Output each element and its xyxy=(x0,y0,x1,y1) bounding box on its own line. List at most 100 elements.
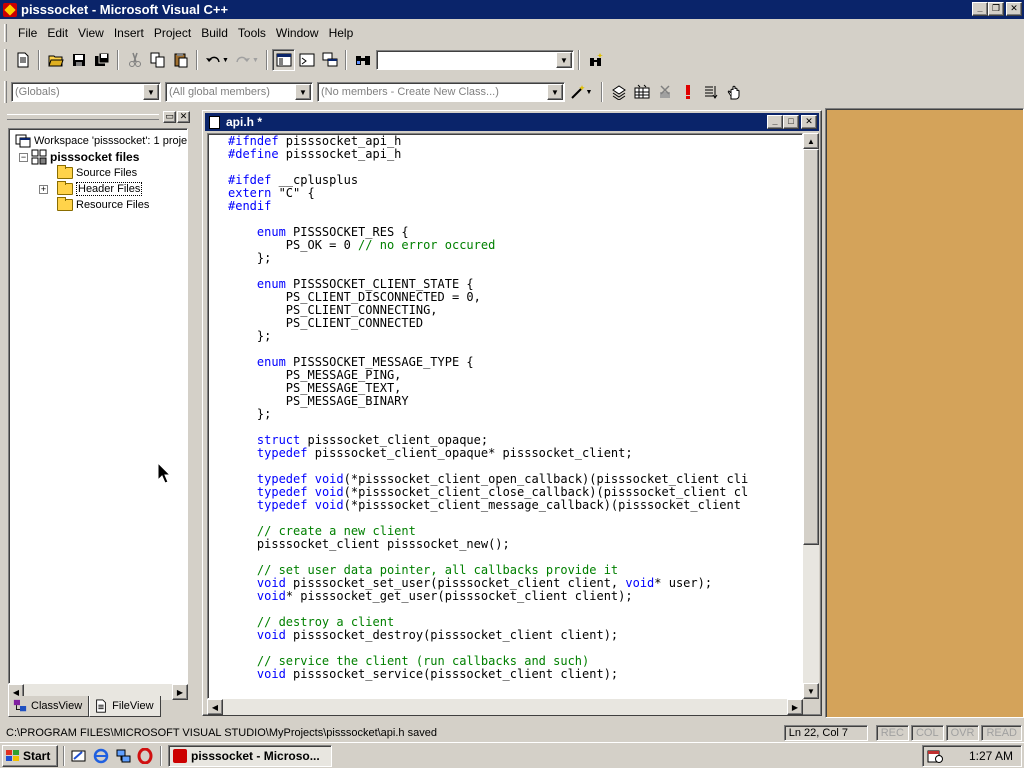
code-line[interactable]: #endif xyxy=(228,200,748,213)
quicklaunch-show-desktop[interactable] xyxy=(68,745,90,767)
menu-insert[interactable]: Insert xyxy=(109,26,149,40)
menu-bar-grip[interactable] xyxy=(4,24,7,42)
workspace-maximize-button[interactable]: ▭ xyxy=(163,111,176,123)
menu-help[interactable]: Help xyxy=(324,26,359,40)
find-combo[interactable]: ▼ xyxy=(376,50,574,70)
scroll-right-icon[interactable]: ▶ xyxy=(172,684,188,700)
chevron-down-icon[interactable]: ▼ xyxy=(252,57,259,64)
toolbar-grip[interactable] xyxy=(4,49,7,71)
editor-close-button[interactable]: ✕ xyxy=(801,115,817,129)
insert-breakpoint-button[interactable] xyxy=(722,81,745,103)
tree-item-header-files[interactable]: + Header Files xyxy=(39,181,143,197)
tab-fileview[interactable]: FileView xyxy=(89,696,161,717)
collapse-icon[interactable]: − xyxy=(19,152,28,162)
code-line[interactable]: pisssocket_client pisssocket_new(); xyxy=(228,538,748,551)
tree-item-resource-files[interactable]: Resource Files xyxy=(57,197,149,213)
save-all-button[interactable] xyxy=(90,49,113,71)
code-line[interactable]: void pisssocket_destroy(pisssocket_clien… xyxy=(228,629,748,642)
chevron-down-icon[interactable]: ▼ xyxy=(222,57,229,64)
members-combo[interactable]: (No members - Create New Class...) ▼ xyxy=(317,82,565,102)
menu-file[interactable]: File xyxy=(13,26,42,40)
code-line[interactable]: PS_MESSAGE_BINARY xyxy=(228,395,748,408)
mdi-client-area[interactable] xyxy=(825,108,1024,718)
workspace-toggle-button[interactable] xyxy=(272,49,295,71)
redo-button[interactable]: ▼ xyxy=(232,49,262,71)
code-line[interactable]: PS_OK = 0 // no error occured xyxy=(228,239,748,252)
undo-button[interactable]: ▼ xyxy=(202,49,232,71)
code-line[interactable]: }; xyxy=(228,252,748,265)
workspace-tree[interactable]: Workspace 'pisssocket': 1 proje − pissso… xyxy=(8,128,188,684)
scroll-right-icon[interactable]: ▶ xyxy=(787,699,803,715)
scroll-down-icon[interactable]: ▼ xyxy=(803,683,819,699)
members-combo-value[interactable]: (No members - Create New Class...) xyxy=(318,86,547,98)
expand-icon[interactable]: + xyxy=(39,184,48,194)
filter-combo[interactable]: (All global members) ▼ xyxy=(165,82,313,102)
start-button[interactable]: Start xyxy=(2,744,58,767)
filter-combo-value[interactable]: (All global members) xyxy=(166,86,295,98)
cut-button[interactable] xyxy=(123,49,146,71)
execute-button[interactable] xyxy=(676,81,699,103)
menu-edit[interactable]: Edit xyxy=(42,26,73,40)
code-line[interactable]: #define pisssocket_api_h xyxy=(228,148,748,161)
chevron-down-icon[interactable]: ▼ xyxy=(586,89,593,96)
toolbar-grip[interactable] xyxy=(4,81,7,103)
tray-scheduler-icon[interactable] xyxy=(927,748,943,764)
scroll-left-icon[interactable]: ◀ xyxy=(207,699,223,715)
workspace-drag-bar[interactable] xyxy=(7,114,159,120)
open-button[interactable] xyxy=(44,49,67,71)
build-button[interactable] xyxy=(630,81,653,103)
visual-cpp-icon[interactable] xyxy=(3,2,17,17)
go-button[interactable] xyxy=(699,81,722,103)
workspace-close-button[interactable]: ✕ xyxy=(177,111,190,123)
menu-view[interactable]: View xyxy=(73,26,109,40)
quicklaunch-opera[interactable] xyxy=(134,745,156,767)
chevron-down-icon[interactable]: ▼ xyxy=(556,52,572,68)
tree-item-workspace[interactable]: Workspace 'pisssocket': 1 proje xyxy=(15,133,187,149)
workspace-header[interactable]: ▭ ✕ xyxy=(4,110,190,124)
clock[interactable]: 1:27 AM xyxy=(969,749,1013,763)
wizard-action-button[interactable]: ▼ xyxy=(565,81,597,103)
code-line[interactable]: PS_CLIENT_CONNECTED xyxy=(228,317,748,330)
chevron-down-icon[interactable]: ▼ xyxy=(295,84,311,100)
code-line[interactable]: typedef pisssocket_client_opaque* pissso… xyxy=(228,447,748,460)
restore-button[interactable]: ❐ xyxy=(988,2,1004,16)
tab-classview[interactable]: ClassView xyxy=(8,696,90,717)
chevron-down-icon[interactable]: ▼ xyxy=(547,84,563,100)
tree-item-project[interactable]: − pisssocket files xyxy=(19,149,139,165)
copy-button[interactable] xyxy=(146,49,169,71)
window-list-button[interactable] xyxy=(318,49,341,71)
code-line[interactable]: extern "C" { xyxy=(228,187,748,200)
menu-build[interactable]: Build xyxy=(196,26,233,40)
output-window-button[interactable] xyxy=(295,49,318,71)
editor-title-bar[interactable]: api.h * _ □ ✕ xyxy=(205,113,819,131)
tree-item-source-files[interactable]: Source Files xyxy=(57,165,137,181)
paste-button[interactable] xyxy=(169,49,192,71)
taskbar-item-pisssocket[interactable]: pisssocket - Microso... xyxy=(168,744,332,767)
quicklaunch-network[interactable] xyxy=(112,745,134,767)
compile-button[interactable] xyxy=(607,81,630,103)
menu-project[interactable]: Project xyxy=(149,26,196,40)
code-line[interactable]: typedef void(*pisssocket_client_message_… xyxy=(228,499,748,512)
find-button[interactable] xyxy=(584,49,607,71)
editor-maximize-button[interactable]: □ xyxy=(783,115,799,129)
code-line[interactable]: }; xyxy=(228,408,748,421)
class-combo[interactable]: (Globals) ▼ xyxy=(11,82,161,102)
menu-window[interactable]: Window xyxy=(271,26,324,40)
editor-minimize-button[interactable]: _ xyxy=(767,115,783,129)
code-lines[interactable]: #ifndef pisssocket_api_h #define pisssock… xyxy=(228,135,748,681)
quicklaunch-internet-explorer[interactable] xyxy=(90,745,112,767)
class-combo-value[interactable]: (Globals) xyxy=(12,86,143,98)
menu-tools[interactable]: Tools xyxy=(233,26,271,40)
scroll-thumb[interactable] xyxy=(803,149,819,545)
editor-vertical-scrollbar[interactable]: ▲ ▼ xyxy=(803,133,819,699)
new-text-file-button[interactable] xyxy=(11,49,34,71)
scroll-up-icon[interactable]: ▲ xyxy=(803,133,819,149)
code-editor[interactable]: #ifndef pisssocket_api_h #define pisssock… xyxy=(207,133,803,699)
save-button[interactable] xyxy=(67,49,90,71)
chevron-down-icon[interactable]: ▼ xyxy=(143,84,159,100)
minimize-button[interactable]: _ xyxy=(972,2,988,16)
close-button[interactable]: ✕ xyxy=(1006,2,1022,16)
editor-horizontal-scrollbar[interactable]: ◀ ▶ xyxy=(207,699,803,715)
find-in-files-button[interactable] xyxy=(351,49,374,71)
code-line[interactable]: }; xyxy=(228,330,748,343)
